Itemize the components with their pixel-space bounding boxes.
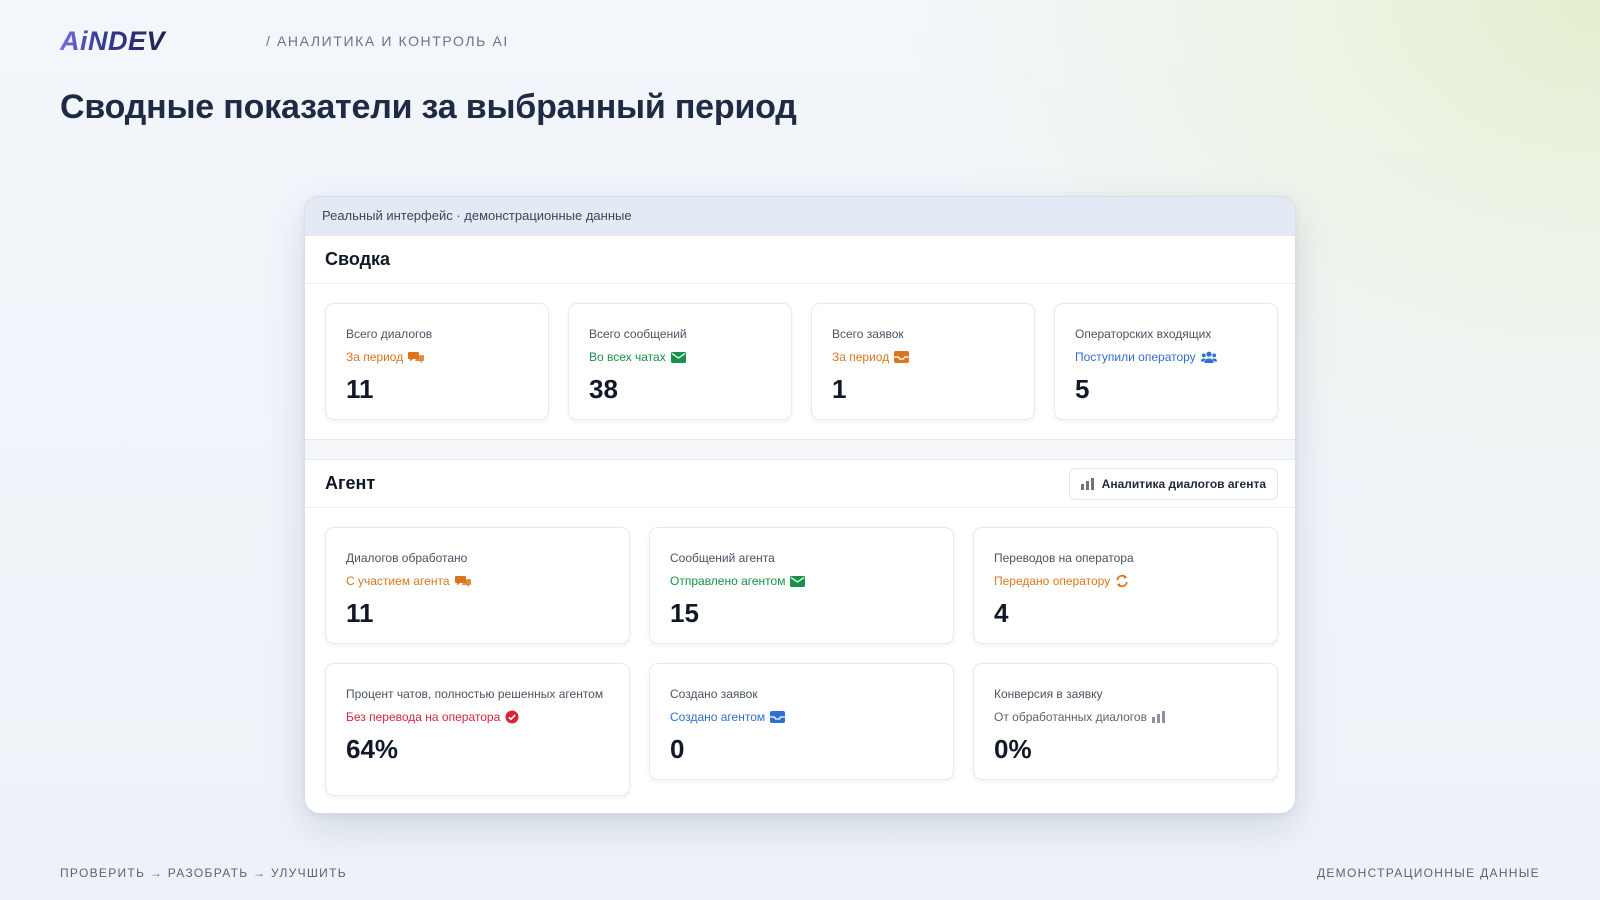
metric-subtitle-text: С участием агента <box>346 574 450 588</box>
users-icon <box>1200 351 1217 363</box>
frame-caption: Реальный интерфейс · демонстрационные да… <box>305 197 1295 235</box>
metric-value: 4 <box>994 598 1009 628</box>
footer-demo-note: ДЕМОНСТРАЦИОННЫЕ ДАННЫЕ <box>1316 866 1540 880</box>
metric-subtitle-text: Во всех чатах <box>589 350 666 364</box>
metric-label: Диалогов обработано <box>346 551 468 565</box>
metric-subtitle: Отправлено агентом <box>670 574 933 588</box>
metric-value: 5 <box>1075 374 1090 404</box>
top-bar: AiNDEV / АНАЛИТИКА И КОНТРОЛЬ AI <box>60 28 509 54</box>
svg-text:AiNDEV: AiNDEV <box>60 28 167 54</box>
metric-label: Операторских входящих <box>1075 327 1212 341</box>
metric-card: Создано заявок Создано агентом 0 <box>649 663 954 780</box>
agent-analytics-label: Аналитика диалогов агента <box>1101 476 1266 491</box>
metric-label: Всего сообщений <box>589 327 687 341</box>
metric-card: Всего сообщений Во всех чатах 38 <box>568 303 792 420</box>
metric-subtitle-text: Создано агентом <box>670 710 766 724</box>
metric-label: Создано заявок <box>670 687 758 701</box>
metric-label: Переводов на оператора <box>994 551 1134 565</box>
summary-panel: Сводка Всего диалогов За период 11 Всего со… <box>305 235 1295 440</box>
summary-title: Сводка <box>325 249 391 269</box>
metric-subtitle-text: Передано оператору <box>994 574 1111 588</box>
metric-subtitle: За период <box>832 350 1014 364</box>
bar-chart-icon <box>1151 711 1165 723</box>
metric-card: Переводов на оператора Передано оператору… <box>973 527 1278 644</box>
metric-subtitle-text: За период <box>832 350 890 364</box>
metric-subtitle-text: От обработанных диалогов <box>994 710 1147 724</box>
footer-workflow: ПРОВЕРИТЬ → РАЗОБРАТЬ → УЛУЧШИТЬ <box>60 866 347 880</box>
metric-value: 11 <box>346 374 374 404</box>
metric-subtitle-text: За период <box>346 350 404 364</box>
metric-label: Конверсия в заявку <box>994 687 1103 701</box>
interface-frame: Реальный интерфейс · демонстрационные да… <box>304 196 1296 814</box>
metric-subtitle: Без перевода на оператора <box>346 710 609 724</box>
metric-value: 1 <box>832 374 847 404</box>
metric-subtitle: Поступили оператору <box>1075 350 1257 364</box>
metric-card: Всего заявок За период 1 <box>811 303 1035 420</box>
metric-card: Диалогов обработано С участием агента 11 <box>325 527 630 644</box>
metric-label: Всего диалогов <box>346 327 433 341</box>
metric-value: 0 <box>670 734 685 764</box>
check-badge-icon <box>505 710 519 724</box>
metric-card: Процент чатов, полностью решенных агенто… <box>325 663 630 796</box>
breadcrumb: / АНАЛИТИКА И КОНТРОЛЬ AI <box>266 33 509 49</box>
metric-value: 64% <box>346 734 399 764</box>
metric-subtitle-text: Без перевода на оператора <box>346 710 501 724</box>
metric-subtitle-text: Поступили оператору <box>1075 350 1196 364</box>
metric-label: Всего заявок <box>832 327 904 341</box>
metric-value: 38 <box>589 374 618 404</box>
page-title: Сводные показатели за выбранный период <box>60 88 797 126</box>
agent-cards: Диалогов обработано С участием агента 11 Со… <box>325 527 1278 796</box>
summary-cards: Всего диалогов За период 11 Всего сообщений… <box>325 303 1278 420</box>
metric-label: Процент чатов, полностью решенных агенто… <box>346 687 604 701</box>
envelope-icon <box>670 351 686 363</box>
metric-subtitle: Передано оператору <box>994 574 1257 588</box>
metric-subtitle: От обработанных диалогов <box>994 710 1257 724</box>
metric-subtitle: За период <box>346 350 528 364</box>
sync-icon <box>1115 574 1129 588</box>
metric-subtitle: Создано агентом <box>670 710 933 724</box>
comments-icon <box>408 351 425 364</box>
metric-subtitle-text: Отправлено агентом <box>670 574 786 588</box>
aindev-logo[interactable]: AiNDEV <box>60 28 240 54</box>
agent-header: Агент Аналитика диалогов агента <box>305 460 1295 508</box>
inbox-icon <box>770 711 786 723</box>
agent-panel: Агент Аналитика диалогов агента Диалогов… <box>305 459 1295 813</box>
metric-card: Сообщений агента Отправлено агентом 15 <box>649 527 954 644</box>
metric-card: Операторских входящих Поступили оператору… <box>1054 303 1278 420</box>
metric-card: Конверсия в заявку От обработанных диалог… <box>973 663 1278 780</box>
agent-title: Агент <box>325 473 376 493</box>
metric-subtitle: Во всех чатах <box>589 350 771 364</box>
metric-label: Сообщений агента <box>670 551 775 565</box>
metric-subtitle: С участием агента <box>346 574 609 588</box>
comments-icon <box>454 575 471 588</box>
summary-header: Сводка <box>305 236 1295 284</box>
metric-value: 0% <box>994 734 1032 764</box>
metric-card: Всего диалогов За период 11 <box>325 303 549 420</box>
inbox-icon <box>894 351 910 363</box>
metric-value: 11 <box>346 598 374 628</box>
envelope-icon <box>790 575 806 587</box>
metric-value: 15 <box>670 598 699 628</box>
agent-analytics-button[interactable]: Аналитика диалогов агента <box>1068 467 1278 500</box>
bar-chart-icon <box>1080 477 1094 490</box>
